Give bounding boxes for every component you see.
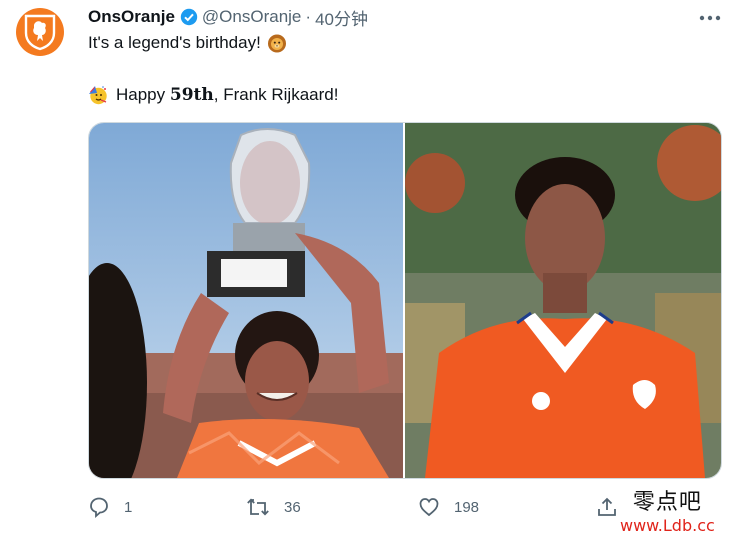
tweet-text-age: 59th	[169, 85, 214, 105]
partying-face-icon	[88, 85, 108, 105]
retweet-icon	[247, 498, 269, 516]
retweet-button[interactable]: 36	[246, 494, 301, 520]
like-count: 198	[454, 498, 480, 516]
profile-avatar[interactable]	[16, 8, 64, 56]
retweet-count: 36	[284, 498, 301, 516]
media-photo-left[interactable]	[89, 123, 405, 478]
watermark-url-text: www.Ldb.cc	[620, 516, 715, 535]
tweet-text-birthday: It's a legend's birthday!	[88, 33, 261, 52]
trophy-celebration-photo	[89, 123, 403, 478]
heart-icon	[419, 498, 439, 517]
tweet-timestamp[interactable]: 40分钟	[315, 5, 368, 30]
tweet-text-line2: Happy 59th , Frank Rijkaard!	[88, 84, 338, 106]
lion-face-icon	[267, 33, 287, 53]
site-watermark: 零点吧 www.Ldb.cc	[620, 484, 715, 535]
portrait-photo	[405, 123, 721, 478]
separator-dot: ·	[305, 7, 312, 26]
reply-button[interactable]: 1	[88, 494, 132, 520]
media-photo-right[interactable]	[405, 123, 721, 478]
more-dots-icon	[699, 15, 721, 21]
tweet-text-happy: Happy	[116, 85, 170, 104]
reply-icon	[90, 497, 108, 518]
share-icon	[598, 497, 616, 516]
user-handle[interactable]: @OnsOranje	[202, 7, 301, 27]
display-name[interactable]: OnsOranje	[88, 7, 175, 27]
verified-badge-icon	[180, 8, 198, 26]
watermark-chinese-text: 零点吧	[632, 490, 702, 515]
like-button[interactable]: 198	[418, 494, 479, 520]
tweet-text-name: , Frank Rijkaard!	[213, 85, 339, 104]
reply-count: 1	[124, 498, 133, 516]
tweet-header: OnsOranje @OnsOranje · 40分钟	[88, 5, 368, 30]
more-options-button[interactable]	[695, 8, 725, 28]
tweet-media-grid	[88, 122, 722, 479]
tweet-text-line1: It's a legend's birthday!	[88, 32, 287, 54]
share-button[interactable]	[596, 494, 618, 520]
lion-crest-icon	[24, 14, 56, 51]
